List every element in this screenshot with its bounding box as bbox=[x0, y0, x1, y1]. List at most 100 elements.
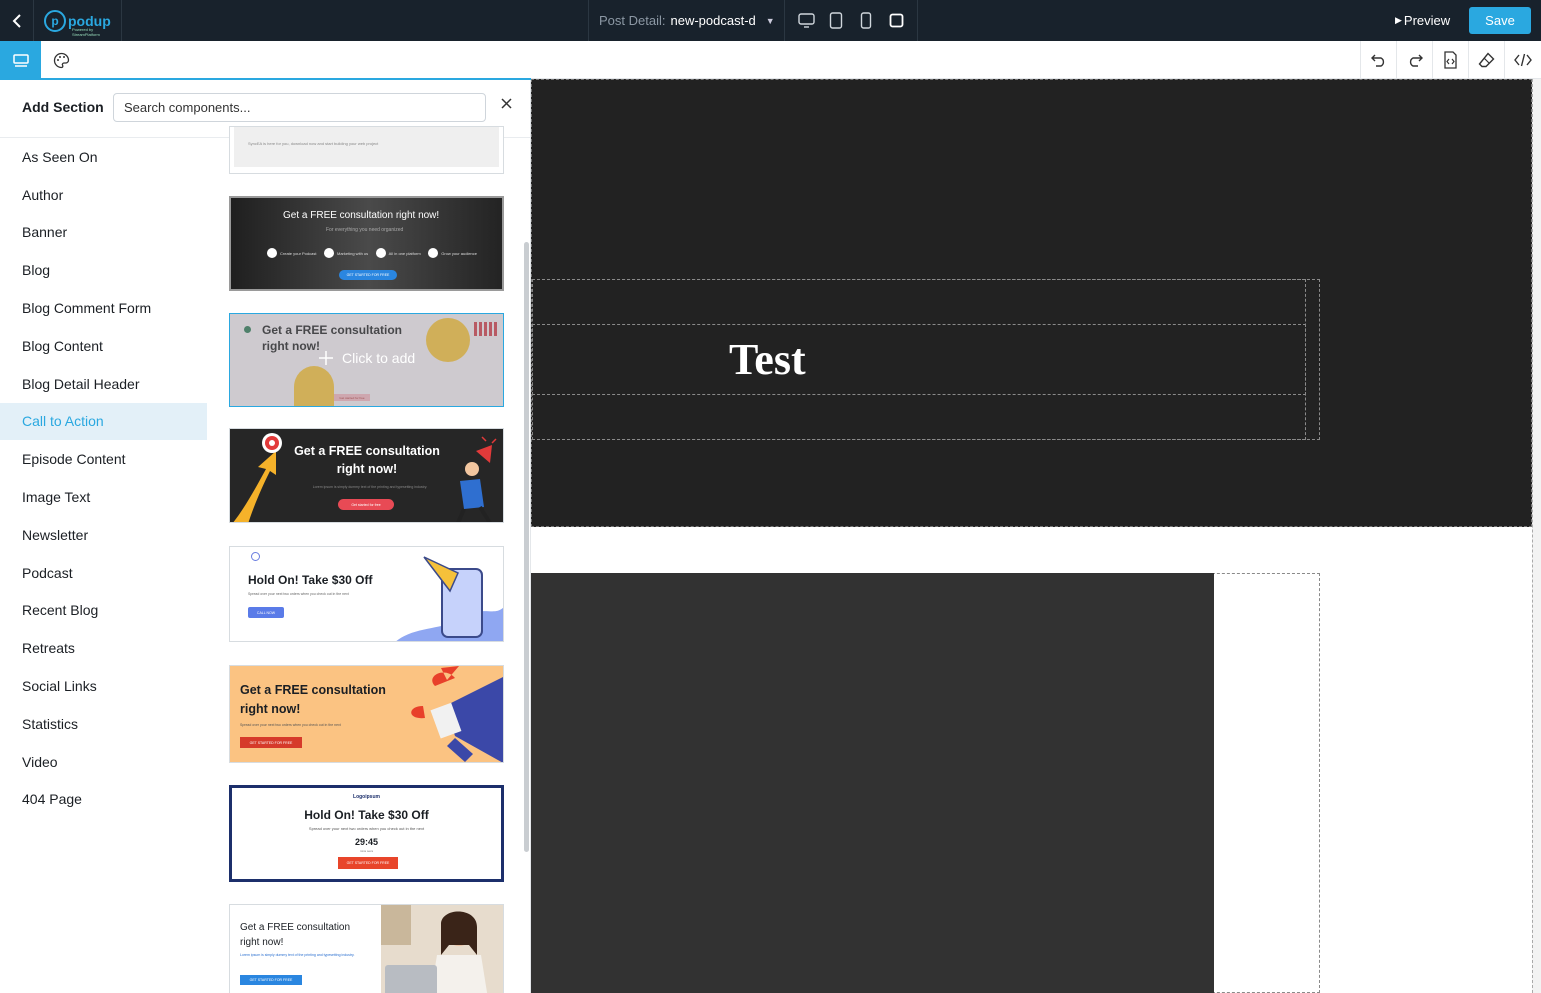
countdown-timer: 29:45 bbox=[354, 837, 379, 847]
click-to-add-label: Click to add bbox=[342, 350, 416, 366]
top-bar: p podup Powered by StreamPlatform Post D… bbox=[0, 0, 1541, 41]
thumbnail-cta-label: GET STARTED FOR FREE bbox=[249, 740, 293, 745]
thumbnail-title: Get a FREE consultation right now! bbox=[240, 922, 351, 948]
fullscreen-view-button[interactable] bbox=[887, 12, 905, 30]
category-item[interactable]: Image Text bbox=[0, 478, 207, 516]
click-to-add-hint[interactable]: Click to add bbox=[318, 350, 415, 366]
thumbnail-content: SyncEA is here for you, download now and… bbox=[234, 127, 499, 167]
category-item[interactable]: Social Links bbox=[0, 667, 207, 705]
thumbnail-subtitle: For everything you need organized bbox=[326, 227, 404, 233]
logo-subtext: Powered by StreamPlatform bbox=[72, 27, 100, 37]
feature-row: Create your Podcast Marketing with us Al… bbox=[267, 246, 477, 260]
chevron-left-icon bbox=[12, 13, 21, 28]
category-list: As Seen On Author Banner Blog Blog Comme… bbox=[0, 138, 207, 818]
redo-button[interactable] bbox=[1397, 41, 1433, 79]
panel-title: Add Section bbox=[22, 99, 104, 115]
tablet-icon bbox=[829, 12, 843, 29]
component-thumbnail[interactable]: SyncEA is here for you, download now and… bbox=[229, 126, 504, 174]
save-button[interactable]: Save bbox=[1469, 7, 1531, 34]
component-thumbnail[interactable]: Get a FREE consultation right now! For e… bbox=[229, 196, 504, 291]
thumbnail-cta-label: Get started for free bbox=[351, 502, 381, 507]
feature-label: All in one platform bbox=[388, 250, 421, 256]
feature-item: Marketing with us bbox=[324, 246, 368, 260]
category-item[interactable]: Author bbox=[0, 176, 207, 214]
editor-canvas: Test bbox=[531, 79, 1541, 993]
hero-section[interactable]: Test bbox=[531, 79, 1532, 527]
layers-icon bbox=[12, 54, 29, 67]
component-thumbnail[interactable]: Get a FREE consultation right now! Lorem… bbox=[229, 904, 504, 993]
category-item[interactable]: Retreats bbox=[0, 629, 207, 667]
thumbnail-title: Get a FREE consultation right now! bbox=[240, 683, 386, 716]
category-item[interactable]: Blog Detail Header bbox=[0, 365, 207, 403]
thumbnail-cta-label: GET STARTED FOR FREE bbox=[249, 978, 293, 982]
component-thumbnail[interactable]: Hold On! Take $30 Off Spread over your n… bbox=[229, 546, 504, 642]
component-thumbnail[interactable]: Get a FREE consultation right now! Sprea… bbox=[229, 665, 504, 763]
category-item[interactable]: Blog Comment Form bbox=[0, 289, 207, 327]
back-button[interactable] bbox=[0, 0, 34, 41]
thumbnail-cta: GET STARTED FOR FREE bbox=[240, 737, 302, 748]
post-selector[interactable]: Post Detail: new-podcast-d ▼ bbox=[588, 0, 785, 41]
bulb-icon bbox=[251, 552, 260, 561]
layers-tab-button[interactable] bbox=[0, 41, 41, 79]
feature-icon bbox=[375, 248, 386, 258]
eraser-icon bbox=[1478, 52, 1495, 68]
component-thumbnail[interactable]: Get a FREE consultation right now! Lorem… bbox=[229, 428, 504, 523]
thumbnail-cta: GET STARTED FOR FREE bbox=[339, 270, 397, 280]
file-code-icon bbox=[1444, 51, 1457, 69]
feature-item: Create your Podcast bbox=[267, 246, 316, 260]
media-section[interactable] bbox=[531, 573, 1214, 993]
component-thumbnail-hovered[interactable]: Get a FREE consultation right now! Get s… bbox=[229, 313, 504, 407]
category-item[interactable]: Recent Blog bbox=[0, 592, 207, 630]
feature-icon bbox=[324, 248, 334, 258]
category-item[interactable]: Newsletter bbox=[0, 516, 207, 554]
play-icon: ▶ bbox=[1395, 15, 1402, 25]
category-item[interactable]: Statistics bbox=[0, 705, 207, 743]
category-item[interactable]: Episode Content bbox=[0, 440, 207, 478]
category-item[interactable]: Blog Content bbox=[0, 327, 207, 365]
thumbnail-title: Get a FREE consultation right now! bbox=[283, 210, 440, 221]
thumbnail-cta-label: GET STARTED FOR FREE bbox=[346, 861, 390, 865]
mobile-view-button[interactable] bbox=[857, 12, 875, 30]
category-item[interactable]: Blog bbox=[0, 251, 207, 289]
add-section-panel: Add Section As Seen On Author Banner Blo… bbox=[0, 80, 531, 993]
category-item[interactable]: Banner bbox=[0, 214, 207, 252]
category-item[interactable]: 404 Page bbox=[0, 781, 207, 819]
thumbnail-cta: GET STARTED FOR FREE bbox=[338, 857, 398, 869]
preview-button[interactable]: ▶ Preview bbox=[1395, 10, 1450, 31]
component-thumbnail[interactable]: Logoipsum Hold On! Take $30 Off Spread o… bbox=[229, 785, 504, 882]
thumbnail-cta-label: CALL NOW bbox=[256, 610, 276, 615]
clear-button[interactable] bbox=[1469, 41, 1505, 79]
app-logo[interactable]: p podup Powered by StreamPlatform bbox=[34, 0, 122, 41]
feature-icon bbox=[267, 248, 277, 258]
code-view-button[interactable] bbox=[1505, 41, 1541, 79]
chevron-down-icon: ▼ bbox=[765, 15, 775, 26]
undo-button[interactable] bbox=[1361, 41, 1397, 79]
feature-label: Create your Podcast bbox=[280, 250, 317, 256]
code-icon bbox=[1514, 53, 1532, 67]
thumbnail-subtitle: Lorem ipsum is simply dummy text of the … bbox=[240, 953, 355, 957]
thumbnail-subtitle: Spread over your next two orders when yo… bbox=[248, 592, 349, 596]
import-button[interactable] bbox=[1433, 41, 1469, 79]
target-arrow-illustration bbox=[233, 433, 282, 522]
page-heading[interactable]: Test bbox=[729, 334, 806, 385]
tablet-view-button[interactable] bbox=[827, 12, 845, 30]
close-panel-button[interactable] bbox=[497, 94, 515, 112]
desktop-view-button[interactable] bbox=[797, 12, 815, 30]
category-item[interactable]: Podcast bbox=[0, 554, 207, 592]
phone-megaphone-illustration bbox=[396, 556, 503, 641]
thumbnail-logo: Logoipsum bbox=[353, 794, 380, 800]
feature-icon bbox=[428, 248, 439, 258]
close-icon bbox=[500, 97, 512, 109]
category-item-active[interactable]: Call to Action bbox=[0, 402, 207, 441]
search-input[interactable] bbox=[113, 93, 486, 122]
feature-label: Marketing with us bbox=[337, 250, 369, 256]
feature-item: All in one platform bbox=[375, 246, 421, 260]
thumbnail-subtitle: Spread over your next two orders when yo… bbox=[240, 723, 341, 727]
style-tab-button[interactable] bbox=[41, 41, 82, 79]
category-item[interactable]: As Seen On bbox=[0, 138, 207, 176]
device-switcher bbox=[785, 0, 918, 41]
category-item[interactable]: Video bbox=[0, 743, 207, 781]
panel-scrollbar[interactable] bbox=[524, 242, 529, 852]
thumbnail-cta-label: GET STARTED FOR FREE bbox=[346, 273, 390, 277]
thumbnail-subtitle: Lorem ipsum is simply dummy text of the … bbox=[312, 485, 428, 489]
